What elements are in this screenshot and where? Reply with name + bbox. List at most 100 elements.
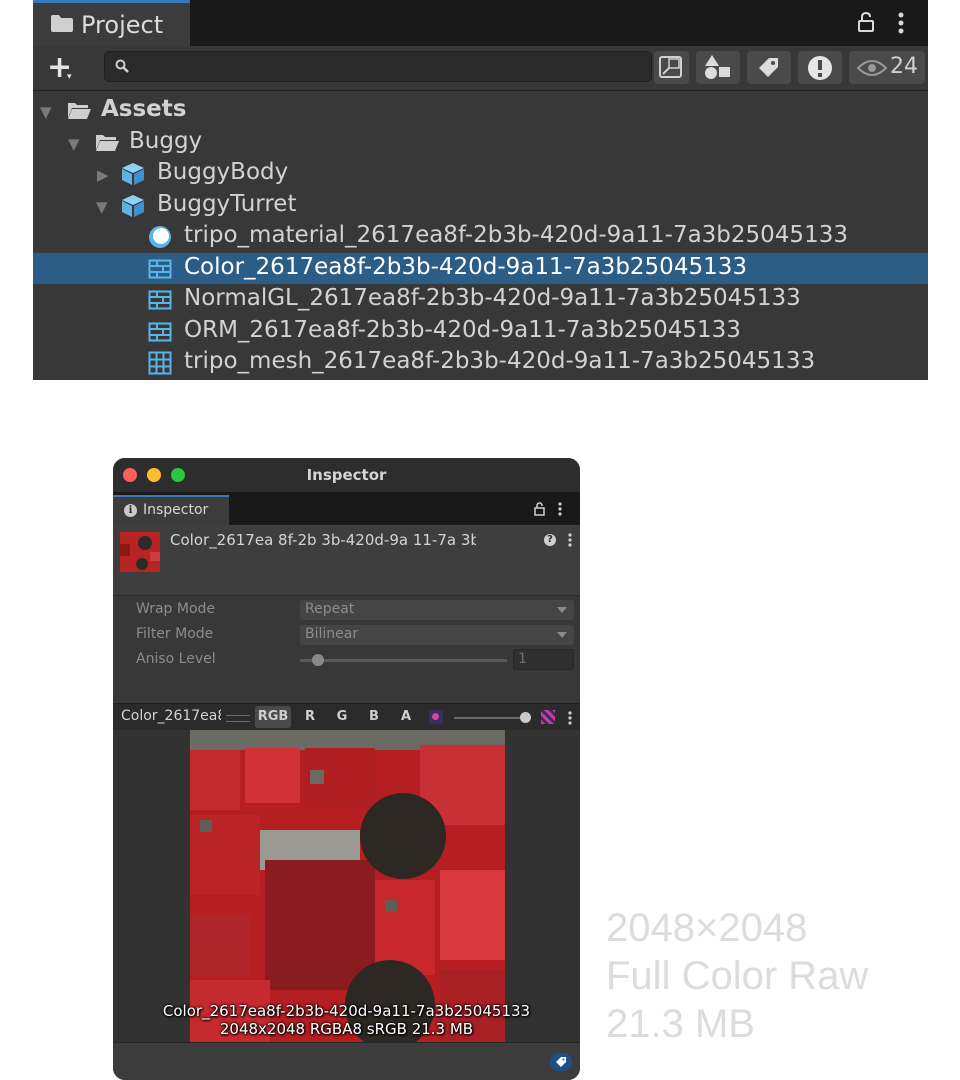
mip-low-icon <box>429 710 443 724</box>
tree-item-normal-texture[interactable]: NormalGL_2617ea8f-2b3b-420d-9a11-7a3b250… <box>33 284 928 315</box>
prefab-icon <box>122 195 144 217</box>
preview-toolbar: Color_2617ea8f-2b3b-420d-9a11-7a3b250451… <box>113 703 580 732</box>
channel-g-button[interactable]: G <box>331 706 353 728</box>
eye-icon <box>857 60 887 76</box>
texture-format-text: Full Color Raw <box>606 954 869 998</box>
collapse-arrow-icon[interactable]: ▶ <box>97 166 109 184</box>
prefab-icon <box>122 163 144 185</box>
tree-item-label: ORM_2617ea8f-2b3b-420d-9a11-7a3b25045133 <box>184 317 741 343</box>
tree-item-mesh[interactable]: tripo_mesh_2617ea8f-2b3b-420d-9a11-7a3b2… <box>33 347 928 378</box>
channel-rgb-button[interactable]: RGB <box>255 706 291 728</box>
wrap-mode-value: Repeat <box>305 601 355 617</box>
tab-inspector[interactable]: i Inspector <box>113 495 229 525</box>
filter-mode-label: Filter Mode <box>136 626 214 642</box>
tab-project[interactable]: Project <box>33 0 190 46</box>
texture-image <box>190 730 505 1042</box>
inspector-window: Inspector i Inspector Color_2617ea 8f-2b… <box>113 458 580 1080</box>
tree-item-label: tripo_material_2617ea8f-2b3b-420d-9a11-7… <box>184 222 848 248</box>
search-icon <box>115 59 129 73</box>
tree-item-label: BuggyBody <box>157 159 289 185</box>
mip-level-slider[interactable] <box>454 717 526 719</box>
mip-level-slider-handle[interactable] <box>520 712 531 723</box>
inspector-footer <box>113 1042 580 1080</box>
inspector-tab-label: Inspector <box>143 502 209 518</box>
filter-mode-dropdown[interactable]: Bilinear <box>300 625 574 645</box>
kebab-menu-icon[interactable] <box>898 12 904 34</box>
aniso-level-slider-handle[interactable] <box>312 654 324 666</box>
lock-icon[interactable] <box>858 12 874 32</box>
kebab-menu-icon[interactable] <box>558 502 562 516</box>
texture-icon <box>148 290 172 310</box>
tree-item-label: tripo_mesh_2617ea8f-2b3b-420d-9a11-7a3b2… <box>184 348 816 374</box>
chevron-down-icon: ▾ <box>67 72 72 82</box>
texture-icon <box>148 259 172 279</box>
tree-item-buggybody[interactable]: ▶ BuggyBody <box>33 158 928 189</box>
kebab-menu-icon[interactable] <box>568 533 572 547</box>
tree-item-assets[interactable]: ▼ Assets <box>33 95 928 126</box>
chevron-down-icon <box>557 607 567 613</box>
wrap-mode-label: Wrap Mode <box>136 601 216 617</box>
aniso-level-value: 1 <box>518 651 527 667</box>
search-input[interactable] <box>104 51 652 82</box>
asset-name: Color_2617ea 8f-2b 3b-420d-9a 11-7a 3b 2… <box>170 531 476 549</box>
hidden-packages-button[interactable]: 24 <box>849 51 925 84</box>
filter-by-type-button[interactable] <box>696 51 740 84</box>
info-icon: i <box>124 504 137 517</box>
tree-item-label: BuggyTurret <box>157 191 297 217</box>
project-window: Project + ▾ 24 ▼ Assets ▼ Buggy ▶ BuggyB… <box>33 0 928 380</box>
asset-labels-button[interactable] <box>550 1053 572 1071</box>
tree-item-buggyturret[interactable]: ▼ BuggyTurret <box>33 190 928 221</box>
texture-preview: Color_2617ea8f-2b3b-420d-9a11-7a3b250451… <box>113 730 580 1042</box>
filter-mode-value: Bilinear <box>305 626 359 642</box>
texture-size-text: 2048×2048 <box>606 906 808 950</box>
preview-title: Color_2617ea8f-2b3b-420d-9a11-7a3b250451… <box>121 708 221 724</box>
wrap-mode-dropdown[interactable]: Repeat <box>300 600 574 620</box>
aniso-level-slider[interactable] <box>300 659 507 662</box>
project-tabbar: Project <box>33 0 928 46</box>
window-search-icon <box>659 56 682 78</box>
folder-open-icon <box>68 103 91 119</box>
tree-item-orm-texture[interactable]: ORM_2617ea8f-2b3b-420d-9a11-7a3b25045133 <box>33 316 928 347</box>
chevron-down-icon <box>557 632 567 638</box>
expand-arrow-icon[interactable]: ▼ <box>68 135 80 153</box>
texture-icon <box>148 322 172 342</box>
aniso-level-field[interactable]: 1 <box>513 649 574 670</box>
shapes-icon <box>705 55 730 79</box>
tree-item-label: Buggy <box>129 128 203 154</box>
channel-a-button[interactable]: A <box>395 706 417 728</box>
project-tab-label: Project <box>81 11 164 39</box>
kebab-menu-icon[interactable] <box>568 711 572 725</box>
window-title: Inspector <box>306 466 387 484</box>
tree-item-color-texture[interactable]: Color_2617ea8f-2b3b-420d-9a11-7a3b250451… <box>33 253 928 284</box>
tree-item-buggy[interactable]: ▼ Buggy <box>33 127 928 158</box>
project-toolbar: + ▾ 24 <box>33 46 928 91</box>
window-titlebar: Inspector <box>113 458 580 492</box>
preview-resize-handle[interactable] <box>226 715 250 722</box>
help-icon[interactable]: ? <box>544 534 556 546</box>
preview-caption-name: Color_2617ea8f-2b3b-420d-9a11-7a3b250451… <box>162 1002 531 1020</box>
expand-arrow-icon[interactable]: ▼ <box>96 198 108 216</box>
channel-b-button[interactable]: B <box>363 706 385 728</box>
folder-icon <box>51 15 73 32</box>
asset-header: Color_2617ea 8f-2b 3b-420d-9a 11-7a 3b 2… <box>113 525 580 596</box>
material-icon <box>149 226 171 248</box>
asset-thumbnail <box>120 532 160 572</box>
lock-icon[interactable] <box>534 502 545 516</box>
preview-caption-info: 2048x2048 RGBA8 sRGB 21.3 MB <box>219 1020 474 1038</box>
tag-icon <box>556 1057 566 1067</box>
expand-arrow-icon[interactable]: ▼ <box>40 103 52 121</box>
filter-by-log-button[interactable] <box>798 51 842 84</box>
search-scope-button[interactable] <box>654 51 689 84</box>
folder-open-icon <box>96 135 119 151</box>
tree-item-label: Assets <box>101 96 187 122</box>
mip-high-icon <box>541 710 555 724</box>
tree-item-label: Color_2617ea8f-2b3b-420d-9a11-7a3b250451… <box>184 254 747 280</box>
warning-icon <box>808 56 832 80</box>
inspector-tabbar: i Inspector <box>113 492 580 525</box>
tree-item-label: NormalGL_2617ea8f-2b3b-420d-9a11-7a3b250… <box>184 285 801 311</box>
hidden-count: 24 <box>890 54 918 79</box>
channel-r-button[interactable]: R <box>299 706 321 728</box>
texture-memory-text: 21.3 MB <box>606 1002 755 1046</box>
tree-item-material[interactable]: tripo_material_2617ea8f-2b3b-420d-9a11-7… <box>33 221 928 252</box>
filter-by-label-button[interactable] <box>747 51 791 84</box>
